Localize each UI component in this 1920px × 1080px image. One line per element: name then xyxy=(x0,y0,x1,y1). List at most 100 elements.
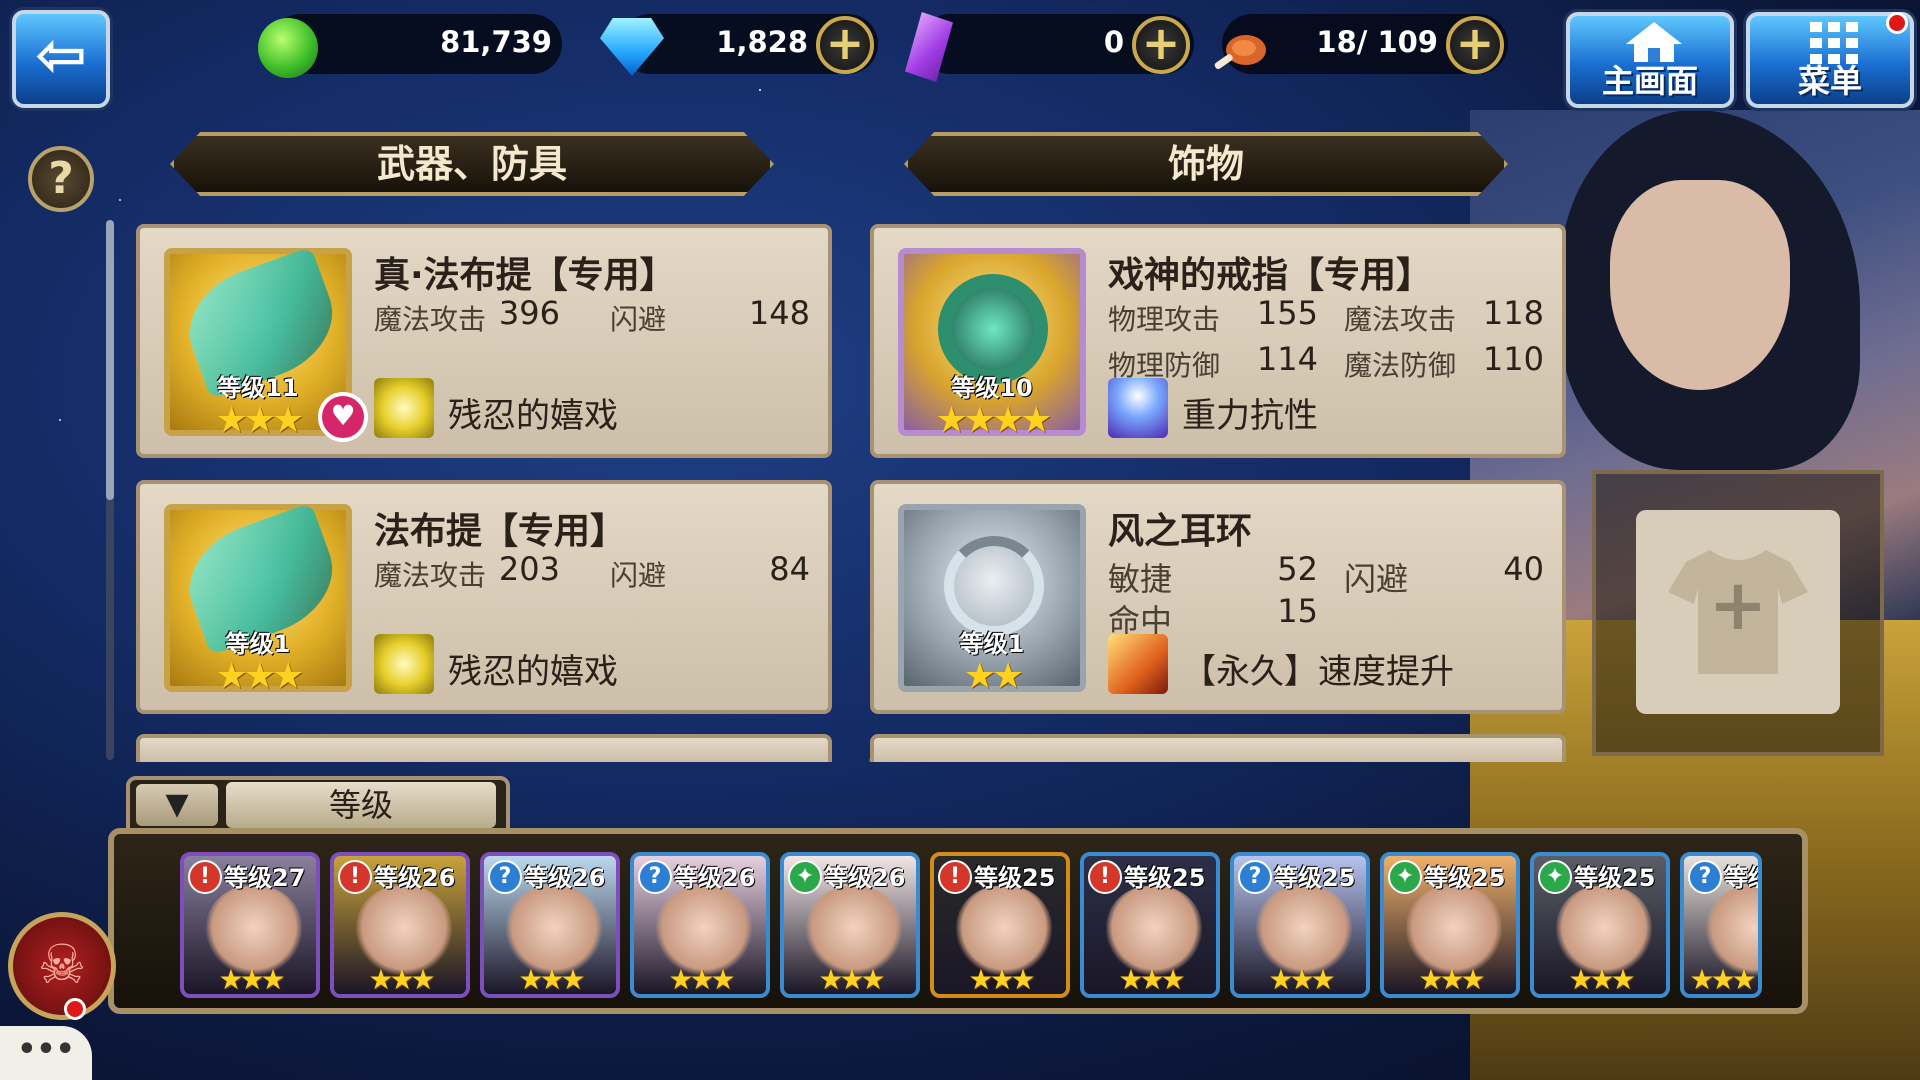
hero-level: 等级26 xyxy=(374,864,456,892)
home-button[interactable]: 主画面 xyxy=(1566,12,1734,108)
add-crystals-button[interactable]: + xyxy=(1132,16,1190,74)
item-level: 等级1 xyxy=(959,630,1025,658)
hero-stars: ★★★ xyxy=(1418,963,1485,996)
hero-card[interactable]: ? 等级26 ★★★ xyxy=(480,852,620,998)
gold-amount: 81,739 xyxy=(440,25,552,59)
stamina-amount: 18/ 109 xyxy=(1316,25,1438,59)
stat-label: 闪避 xyxy=(1344,560,1409,598)
item-name: 法布提【专用】 xyxy=(374,511,627,552)
hero-card[interactable]: ? 等级25 ★★★ xyxy=(1230,852,1370,998)
stat-value: 155 xyxy=(1256,294,1318,332)
hero-card[interactable]: ! 等级26 ★★★ xyxy=(330,852,470,998)
hero-stars: ★★★ xyxy=(218,963,285,996)
back-button[interactable]: ⇦ xyxy=(12,10,110,108)
add-gems-button[interactable]: + xyxy=(816,16,874,74)
element-icon: ✦ xyxy=(1388,860,1422,894)
stat-value: 203 xyxy=(498,550,560,588)
rarity-stars: ★★ xyxy=(963,656,1025,697)
hero-level: 等级27 xyxy=(224,864,306,892)
item-level: 等级1 xyxy=(225,630,291,658)
ring-icon: 等级10 ★★★★ xyxy=(898,248,1086,441)
sort-by-level-button[interactable]: 等级 xyxy=(226,782,496,828)
stat-value: 52 xyxy=(1277,550,1318,588)
empty-armor-slot[interactable]: + xyxy=(1636,510,1840,714)
scroll-track[interactable] xyxy=(106,220,114,760)
hero-level: 等级26 xyxy=(824,864,906,892)
element-icon: ? xyxy=(638,860,672,894)
equipment-card-weapon-2[interactable]: 等级1 ★★★ 法布提【专用】 魔法攻击 203 闪避 84 残忍的嬉戏 xyxy=(136,480,832,714)
hero-stars: ★★★ xyxy=(518,963,585,996)
hero-stars: ★★★ xyxy=(968,963,1035,996)
hero-stars: ★★★ xyxy=(1118,963,1185,996)
hero-card[interactable]: ! 等级25 ★★★ xyxy=(1080,852,1220,998)
stat-label: 闪避 xyxy=(610,303,667,336)
hero-card[interactable]: ! 等级27 ★★★ xyxy=(180,852,320,998)
stat-label: 魔法防御 xyxy=(1344,349,1457,382)
stat-label: 闪避 xyxy=(610,559,667,592)
skill-name: 残忍的嬉戏 xyxy=(448,652,618,692)
equipment-card-accessory-2[interactable]: 等级1 ★★ 风之耳环 敏捷 52 闪避 40 命中 15 【永久】速度提升 xyxy=(870,480,1566,714)
back-arrow-icon: ⇦ xyxy=(35,18,87,91)
demon-event-button[interactable]: ☠ xyxy=(8,912,116,1020)
stat-value: 118 xyxy=(1482,294,1544,332)
hero-stars: ★★★ xyxy=(818,963,885,996)
skill-icon xyxy=(1108,634,1168,694)
hero-stars: ★★★ xyxy=(668,963,735,996)
element-icon: ? xyxy=(1238,860,1272,894)
chat-button[interactable]: ••• xyxy=(0,1026,92,1080)
stat-value: 15 xyxy=(1277,592,1318,630)
staff-icon: 等级1 ★★★ xyxy=(164,502,352,697)
hero-level: 等级26 xyxy=(674,864,756,892)
earring-swirl-art xyxy=(944,536,1044,636)
gold-orb-icon xyxy=(258,18,318,78)
skill-name: 重力抗性 xyxy=(1182,396,1318,436)
stat-label: 魔法攻击 xyxy=(374,559,487,592)
element-icon: ! xyxy=(188,860,222,894)
menu-notification-dot xyxy=(1886,12,1908,34)
stat-label: 魔法攻击 xyxy=(374,303,487,336)
sort-order-button[interactable]: ▼ xyxy=(136,784,218,826)
earring-icon: 等级1 ★★ xyxy=(898,504,1086,697)
equipment-card-weapon-1[interactable]: 等级11 ★★★ ♥ 真·法布提【专用】 魔法攻击 396 闪避 148 残忍的… xyxy=(136,224,832,458)
element-icon: ✦ xyxy=(788,860,822,894)
hero-card[interactable]: ✦ 等级26 ★★★ xyxy=(780,852,920,998)
equipment-card-accessory-1[interactable]: 等级10 ★★★★ 戏神的戒指【专用】 物理攻击 155 魔法攻击 118 物理… xyxy=(870,224,1566,458)
help-button[interactable]: ? xyxy=(28,146,94,212)
stat-label: 物理攻击 xyxy=(1108,303,1221,336)
equipment-card-partial[interactable] xyxy=(870,734,1566,762)
element-icon: ? xyxy=(1688,860,1722,894)
stat-value: 110 xyxy=(1482,340,1544,378)
hero-card[interactable]: ?等级 ★★★ xyxy=(1680,852,1762,998)
weapons-armor-header: 武器、防具 xyxy=(170,132,774,196)
favorite-heart-icon[interactable]: ♥ xyxy=(318,392,368,442)
skill-name: 【永久】速度提升 xyxy=(1182,652,1454,692)
item-name: 真·法布提【专用】 xyxy=(374,255,676,296)
demon-notification-dot xyxy=(64,998,86,1020)
rarity-stars: ★★★ xyxy=(215,656,305,697)
scroll-thumb[interactable] xyxy=(106,220,114,500)
crystal-amount: 0 xyxy=(1103,25,1124,59)
hero-stars: ★★★ xyxy=(1689,963,1756,996)
skill-icon xyxy=(374,634,434,694)
stat-value: 396 xyxy=(498,294,560,332)
item-name: 戏神的戒指【专用】 xyxy=(1108,255,1433,296)
hero-stars: ★★★ xyxy=(1268,963,1335,996)
item-level: 等级10 xyxy=(951,374,1033,402)
skill-icon xyxy=(374,378,434,438)
hero-card[interactable]: ? 等级26 ★★★ xyxy=(630,852,770,998)
equipment-card-partial[interactable] xyxy=(136,734,832,762)
add-plus-icon: + xyxy=(1708,564,1768,646)
gem-amount: 1,828 xyxy=(716,25,808,59)
hero-level: 等级26 xyxy=(524,864,606,892)
item-name: 风之耳环 xyxy=(1108,511,1253,552)
add-stamina-button[interactable]: + xyxy=(1446,16,1504,74)
stat-value: 84 xyxy=(769,550,810,588)
element-icon: ! xyxy=(338,860,372,894)
stat-value: 148 xyxy=(748,294,810,332)
hero-level: 等级25 xyxy=(1574,864,1656,892)
item-level: 等级11 xyxy=(217,374,299,402)
hero-level: 等级25 xyxy=(1124,864,1206,892)
hero-card[interactable]: ✦ 等级25 ★★★ xyxy=(1380,852,1520,998)
hero-card[interactable]: ✦ 等级25 ★★★ xyxy=(1530,852,1670,998)
hero-card[interactable]: ! 等级25 ★★★ xyxy=(930,852,1070,998)
